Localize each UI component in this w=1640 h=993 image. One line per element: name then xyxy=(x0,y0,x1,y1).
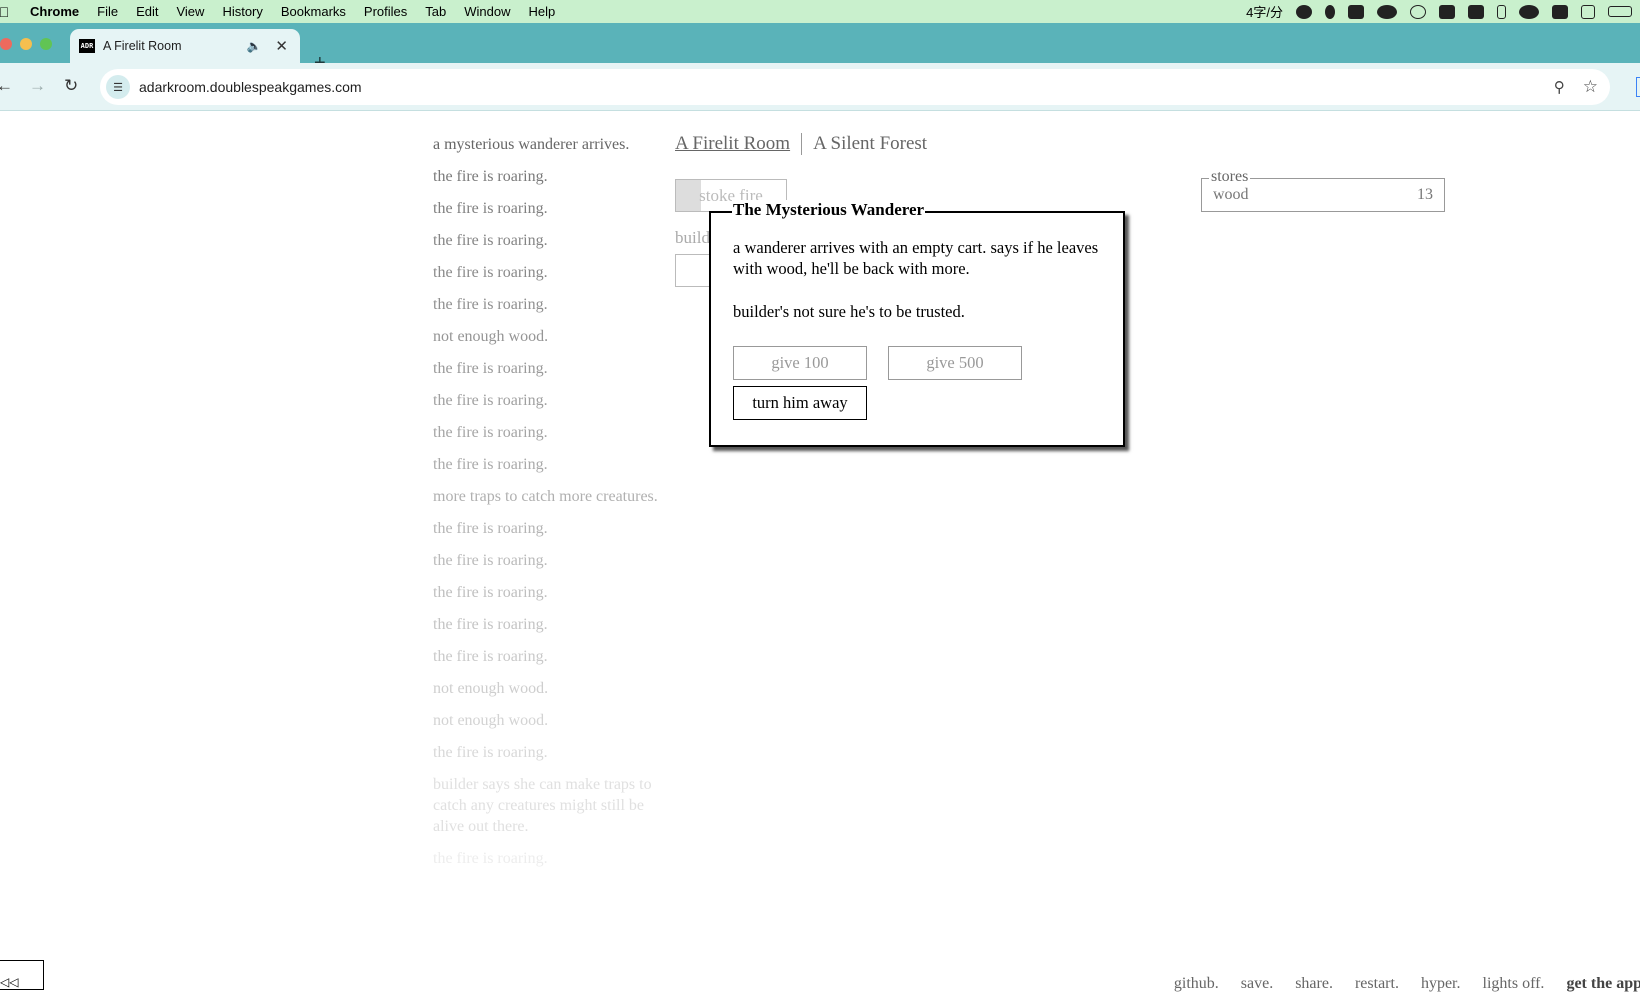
notification-item: the fire is roaring. xyxy=(433,648,548,665)
event-dialog: The Mysterious Wanderer a wanderer arriv… xyxy=(709,200,1125,447)
back-icon[interactable]: ← xyxy=(0,76,13,96)
footer-restart-link[interactable]: restart. xyxy=(1355,975,1399,993)
scrobble-icon[interactable] xyxy=(1552,4,1568,19)
notification-item: the fire is roaring. xyxy=(433,168,548,185)
event-description: a wanderer arrives with an empty cart. s… xyxy=(733,237,1103,344)
close-tab-icon[interactable]: ✕ xyxy=(275,37,288,55)
footer-menu: github. save. share. restart. hyper. lig… xyxy=(1174,975,1640,993)
side-panel-icon[interactable] xyxy=(1636,77,1640,97)
menu-tab[interactable]: Tab xyxy=(416,4,455,19)
tab-title: A Firelit Room xyxy=(103,39,182,53)
notification-item: not enough wood. xyxy=(433,328,549,345)
footer-share-link[interactable]: share. xyxy=(1295,975,1333,993)
minimize-window-button[interactable] xyxy=(20,38,32,50)
emoji-icon[interactable] xyxy=(1296,4,1312,19)
turn-him-away-button[interactable]: turn him away xyxy=(733,386,867,420)
speaker-icon: ◁◁ xyxy=(0,975,19,989)
notification-item: the fire is roaring. xyxy=(433,232,548,249)
header-divider xyxy=(801,133,803,155)
openai-icon[interactable] xyxy=(1410,4,1426,19)
header-firelit-room[interactable]: A Firelit Room xyxy=(675,133,790,155)
cooldown-bar xyxy=(676,180,701,211)
menu-profiles[interactable]: Profiles xyxy=(355,4,416,19)
notification-item: the fire is roaring. xyxy=(433,392,548,409)
battery-icon[interactable] xyxy=(1608,6,1632,17)
system-menu-bar:  Chrome File Edit View History Bookmark… xyxy=(0,0,1640,23)
notification-item: the fire is roaring. xyxy=(433,552,548,569)
notification-item: the fire is roaring. xyxy=(433,264,548,281)
give-100-button[interactable]: give 100 xyxy=(733,346,867,380)
microphone-icon[interactable] xyxy=(1325,4,1335,19)
footer-get-app-link[interactable]: get the app. xyxy=(1566,975,1640,993)
tab-a-firelit-room[interactable]: ADR A Firelit Room 🔈 ✕ xyxy=(70,29,300,63)
notification-item: the fire is roaring. xyxy=(433,424,548,441)
notification-item: the fire is roaring. xyxy=(433,744,548,761)
apple-icon[interactable]:  xyxy=(0,4,16,20)
input-speed-indicator[interactable]: 4字/分 xyxy=(1246,2,1283,21)
sound-toggle-button[interactable]: ◁◁ xyxy=(0,960,44,990)
address-bar[interactable]: ☰ adarkroom.doublespeakgames.com ⚲ ☆ xyxy=(100,69,1610,105)
notifications-log: a mysterious wanderer arrives. the fire i… xyxy=(433,134,658,880)
store-name: wood xyxy=(1213,186,1249,203)
maximize-window-button[interactable] xyxy=(40,38,52,50)
browser-toolbar: ← → ↻ ☰ adarkroom.doublespeakgames.com ⚲… xyxy=(0,63,1640,111)
menu-file[interactable]: File xyxy=(88,4,127,19)
bookmark-star-icon[interactable]: ☆ xyxy=(1583,77,1598,97)
notification-item: more traps to catch more creatures. xyxy=(433,488,658,505)
bluetooth-icon[interactable] xyxy=(1497,4,1506,19)
close-window-button[interactable] xyxy=(0,38,12,50)
stores-legend: stores xyxy=(1209,168,1251,186)
notification-item: the fire is roaring. xyxy=(433,850,548,867)
notification-item: the fire is roaring. xyxy=(433,520,548,537)
s-app-icon[interactable] xyxy=(1468,4,1484,19)
status-area: 4字/分 xyxy=(1246,0,1632,23)
event-text-1: a wanderer arrives with an empty cart. s… xyxy=(733,238,1099,278)
notification-item: the fire is roaring. xyxy=(433,360,548,377)
zoom-icon[interactable]: ⚲ xyxy=(1554,78,1565,96)
site-settings-icon[interactable]: ☰ xyxy=(106,75,130,99)
reload-icon[interactable]: ↻ xyxy=(64,76,78,96)
store-row-wood: wood 13 xyxy=(1213,186,1433,204)
wechat-icon[interactable] xyxy=(1377,4,1397,19)
location-header: A Firelit Room A Silent Forest xyxy=(675,133,927,155)
forward-icon[interactable]: → xyxy=(29,76,46,96)
speaker-icon[interactable]: 🔈 xyxy=(246,39,261,53)
store-value: 13 xyxy=(1417,186,1433,203)
notification-item: the fire is roaring. xyxy=(433,200,548,217)
notification-item: the fire is roaring. xyxy=(433,584,548,601)
site-favicon-icon: ADR xyxy=(79,39,95,53)
drive-icon[interactable] xyxy=(1439,4,1455,19)
footer-lights-off-link[interactable]: lights off. xyxy=(1483,975,1545,993)
stores-panel: stores wood 13 xyxy=(1201,168,1445,212)
menu-help[interactable]: Help xyxy=(520,4,565,19)
event-text-2: builder's not sure he's to be trusted. xyxy=(733,302,965,321)
cloud-icon[interactable] xyxy=(1519,4,1539,19)
notification-item: the fire is roaring. xyxy=(433,296,548,313)
tab-strip: ADR A Firelit Room 🔈 ✕ + xyxy=(0,23,1640,73)
footer-github-link[interactable]: github. xyxy=(1174,975,1219,993)
footer-save-link[interactable]: save. xyxy=(1241,975,1273,993)
event-title: The Mysterious Wanderer xyxy=(732,200,926,220)
menu-window[interactable]: Window xyxy=(455,4,519,19)
footer-hyper-link[interactable]: hyper. xyxy=(1421,975,1461,993)
notification-item: the fire is roaring. xyxy=(433,456,548,473)
menu-app-chrome[interactable]: Chrome xyxy=(16,4,88,19)
notification-item: not enough wood. xyxy=(433,680,549,697)
menu-view[interactable]: View xyxy=(167,4,213,19)
menu-edit[interactable]: Edit xyxy=(127,4,167,19)
notification-item: a mysterious wanderer arrives. xyxy=(433,136,630,153)
notification-item: the fire is roaring. xyxy=(433,616,548,633)
give-500-button[interactable]: give 500 xyxy=(888,346,1022,380)
mute-icon[interactable] xyxy=(1581,4,1595,19)
header-silent-forest[interactable]: A Silent Forest xyxy=(813,133,927,155)
url-text[interactable]: adarkroom.doublespeakgames.com xyxy=(139,79,1554,95)
menu-history[interactable]: History xyxy=(213,4,271,19)
notification-item: not enough wood. xyxy=(433,712,549,729)
input-method-icon[interactable] xyxy=(1348,4,1364,19)
menu-bookmarks[interactable]: Bookmarks xyxy=(272,4,355,19)
notification-item: builder says she can make traps to catch… xyxy=(433,776,652,835)
